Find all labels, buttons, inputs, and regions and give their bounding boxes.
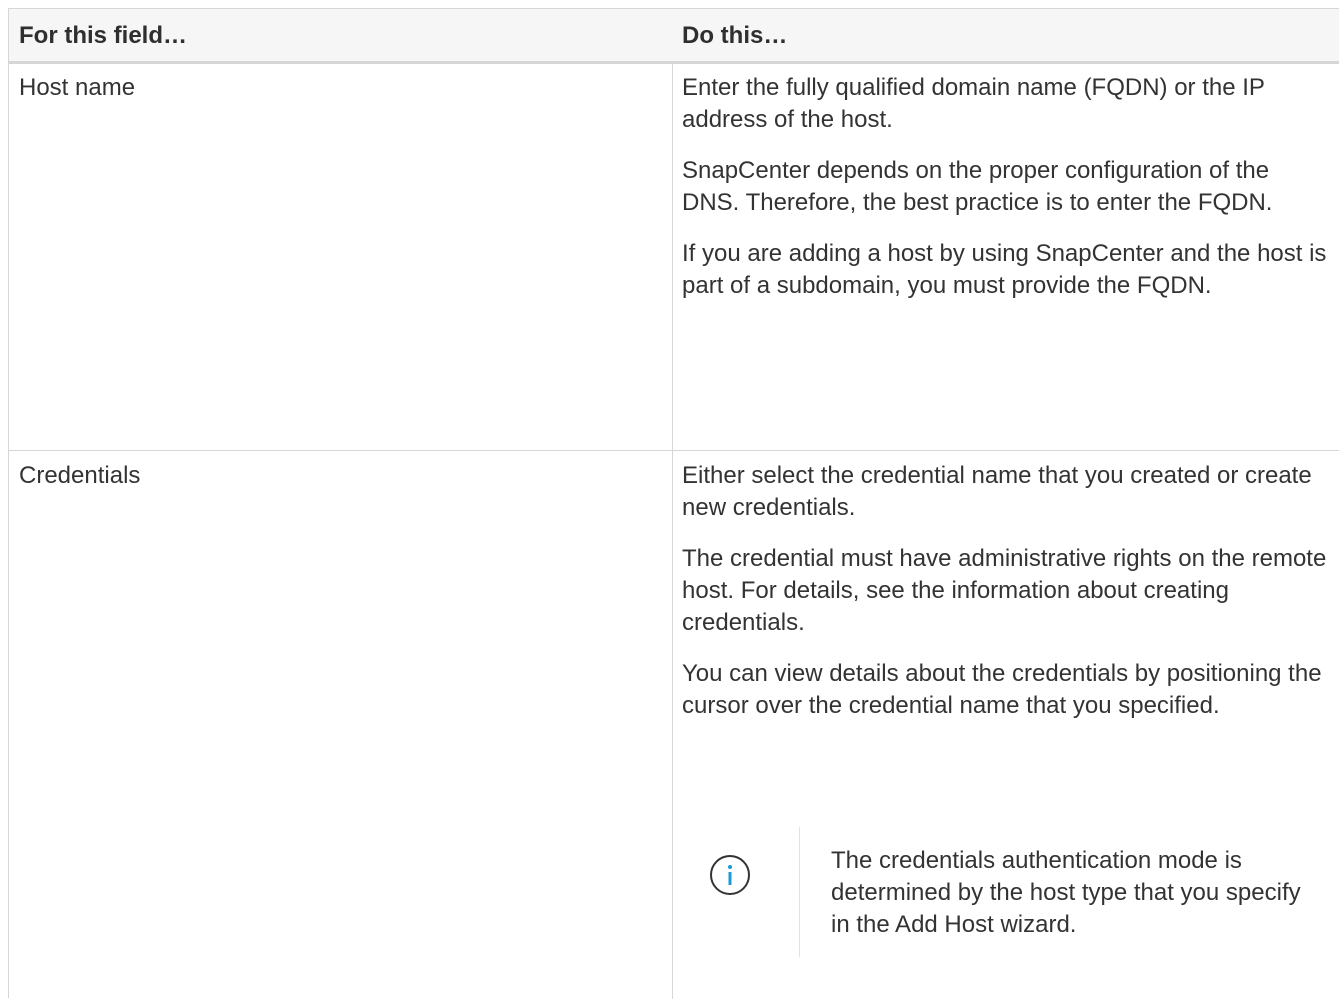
row-credentials-description: Either select the credential name that y… bbox=[682, 460, 1332, 741]
note-divider bbox=[799, 827, 800, 957]
row-host-name-field: Host name bbox=[19, 74, 136, 101]
table-header-row: For this field… Do this… bbox=[9, 9, 1339, 64]
description-paragraph: If you are adding a host by using SnapCe… bbox=[682, 240, 1327, 299]
description-paragraph: Either select the credential name that y… bbox=[682, 462, 1312, 521]
info-icon bbox=[710, 855, 750, 895]
row-host-name-description: Enter the fully qualified domain name (F… bbox=[682, 72, 1332, 321]
column-divider bbox=[672, 9, 673, 999]
row-divider bbox=[9, 450, 1339, 451]
note-text: The credentials authentication mode is d… bbox=[831, 847, 1301, 938]
description-paragraph: The credential must have administrative … bbox=[682, 545, 1327, 636]
description-paragraph: You can view details about the credentia… bbox=[682, 660, 1322, 719]
header-action: Do this… bbox=[682, 22, 788, 49]
row-credentials-field: Credentials bbox=[19, 462, 141, 489]
info-note: The credentials authentication mode is d… bbox=[682, 827, 1332, 957]
header-field: For this field… bbox=[19, 22, 187, 49]
field-reference-table: For this field… Do this… Host name Enter… bbox=[8, 8, 1339, 999]
description-paragraph: SnapCenter depends on the proper configu… bbox=[682, 157, 1273, 216]
description-paragraph: Enter the fully qualified domain name (F… bbox=[682, 74, 1265, 133]
